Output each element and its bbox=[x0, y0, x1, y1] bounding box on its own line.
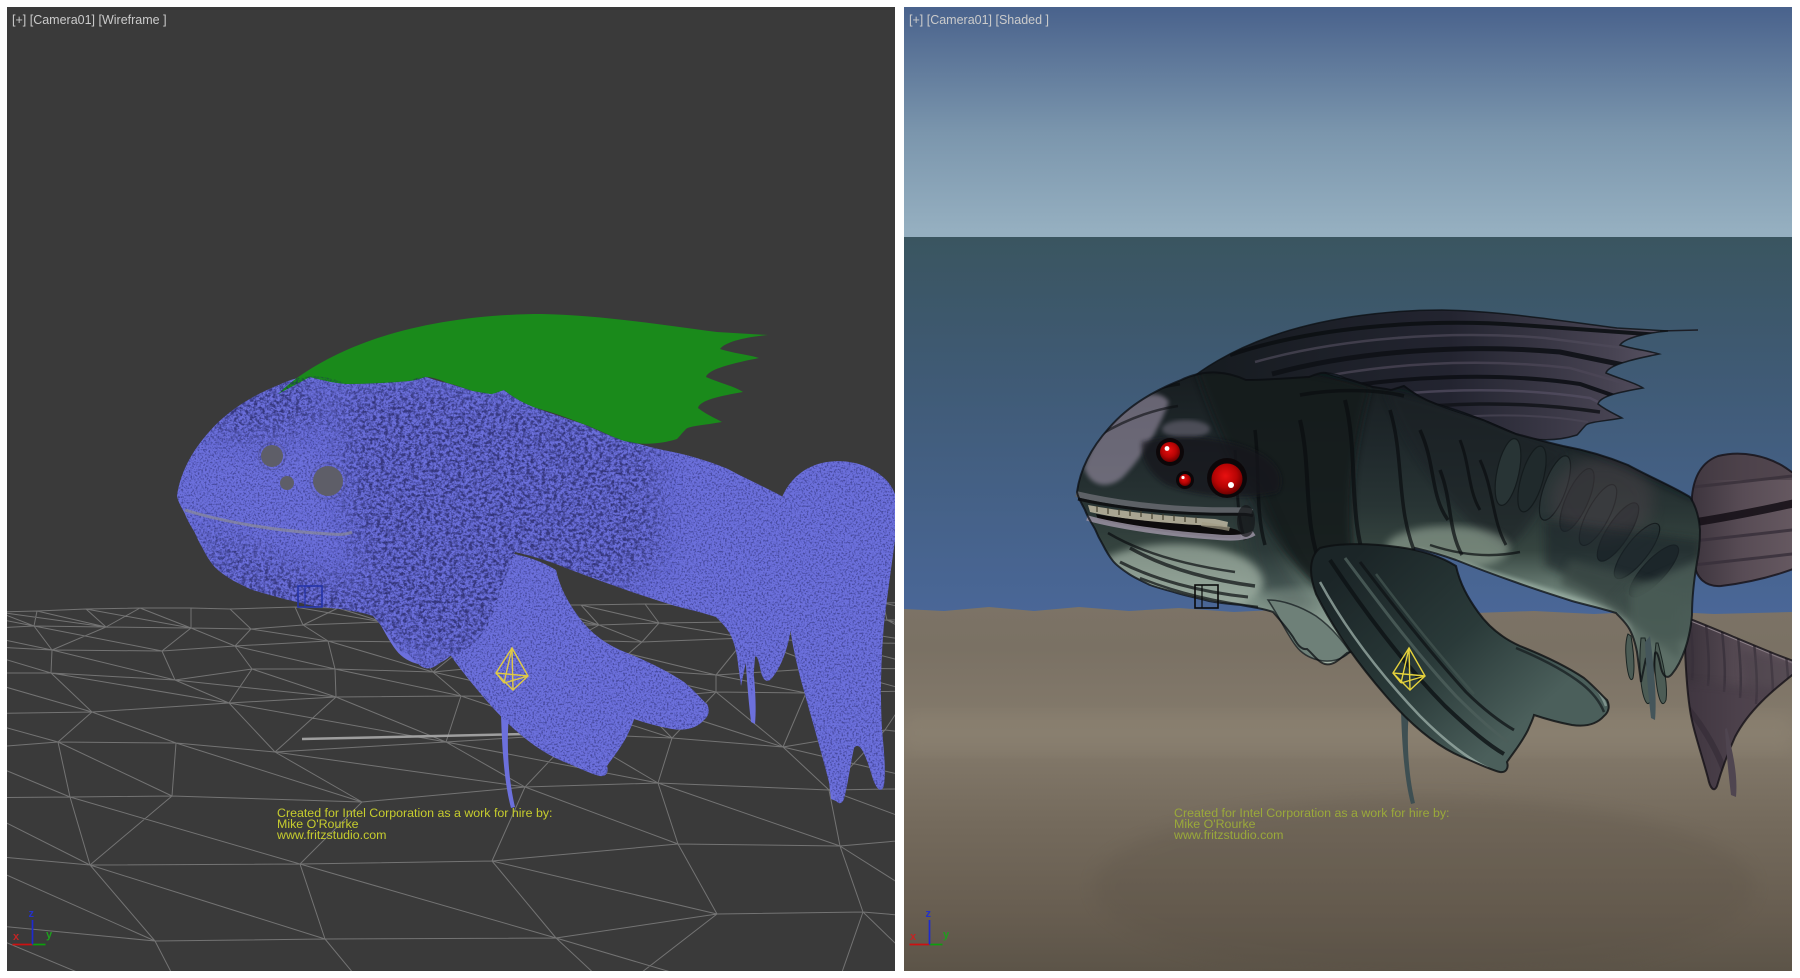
svg-text:x: x bbox=[13, 931, 20, 943]
svg-text:www.fritzstudio.com: www.fritzstudio.com bbox=[1173, 828, 1283, 842]
svg-text:[+] [Camera01] [Shaded ]: [+] [Camera01] [Shaded ] bbox=[909, 13, 1049, 27]
svg-text:www.fritzstudio.com: www.fritzstudio.com bbox=[276, 828, 386, 842]
svg-text:x: x bbox=[910, 931, 917, 943]
svg-text:y: y bbox=[943, 929, 950, 941]
svg-text:y: y bbox=[46, 929, 53, 941]
svg-text:[+] [Camera01] [Wireframe ]: [+] [Camera01] [Wireframe ] bbox=[12, 13, 167, 27]
svg-text:z: z bbox=[926, 908, 932, 920]
svg-text:z: z bbox=[29, 908, 35, 920]
